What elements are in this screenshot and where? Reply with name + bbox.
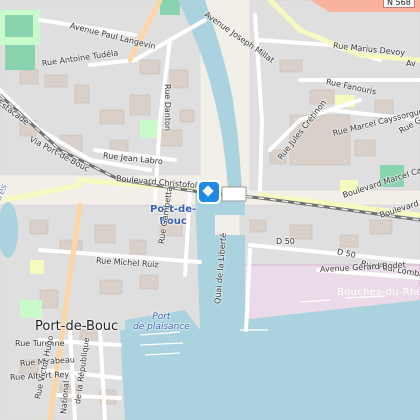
road-d50-west: D 50 bbox=[276, 237, 295, 246]
map-canvas[interactable]: N 568 Port-de- Bouc Port de plaisance Po… bbox=[0, 0, 420, 420]
station-label[interactable]: Port-de- Bouc bbox=[150, 204, 196, 227]
department-bouches-du-rhone: Bouches-du-Rhône bbox=[337, 287, 420, 298]
route-shield-n568: N 568 bbox=[383, 0, 415, 8]
street-av-truncated: Av bbox=[406, 59, 416, 68]
street-rue-turenne: Rue Turenne bbox=[15, 339, 65, 348]
town-label[interactable]: Port-de-Bouc bbox=[35, 320, 118, 333]
train-station-icon[interactable] bbox=[199, 182, 219, 202]
street-rue-danton: Rue Danton bbox=[163, 84, 172, 131]
marina-label[interactable]: Port de plaisance bbox=[133, 312, 190, 333]
